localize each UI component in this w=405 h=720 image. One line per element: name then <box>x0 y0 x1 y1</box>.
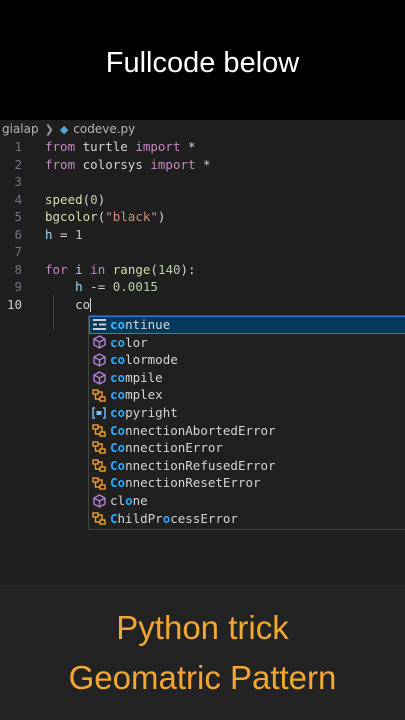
code-area[interactable]: 1 from turtle import * 2 from colorsys i… <box>0 138 405 330</box>
bottom-caption-panel: Python trick Geomatric Pattern <box>0 585 405 720</box>
line-number: 4 <box>14 191 22 207</box>
method-icon <box>91 370 107 386</box>
keyword-icon <box>91 317 107 333</box>
suggestion-label: ConnectionAbortedError <box>110 422 276 438</box>
suggestion-item[interactable]: ConnectionResetError <box>89 474 405 492</box>
suggestion-label: compile <box>110 369 163 385</box>
autocomplete-popup[interactable]: continue color colormode compile complex… <box>88 315 405 530</box>
breadcrumb: gialap ❯ ◆ codeve.py <box>0 120 405 138</box>
indent-guide <box>53 295 54 330</box>
code-line-active[interactable]: 10 co <box>0 296 405 314</box>
code-line: 5 bgcolor("black") <box>0 208 405 226</box>
suggestion-item[interactable]: ConnectionAbortedError <box>89 422 405 440</box>
line-number: 2 <box>14 156 22 172</box>
code-line: 2 from colorsys import * <box>0 156 405 174</box>
line-number: 9 <box>14 279 22 294</box>
python-file-icon: ◆ <box>59 122 69 136</box>
line-number: 10 <box>6 296 22 312</box>
suggestion-label: clone <box>110 492 148 508</box>
line-number: 1 <box>14 139 22 154</box>
suggestion-label: continue <box>110 317 171 332</box>
code-line: 4 speed(0) <box>0 191 405 209</box>
suggestion-label: ConnectionError <box>110 440 223 456</box>
class-icon <box>91 475 107 491</box>
class-icon <box>91 440 107 456</box>
suggestion-item[interactable]: clone <box>89 492 405 510</box>
suggestion-label: ConnectionResetError <box>110 475 261 491</box>
suggestion-item[interactable]: copyright <box>89 404 405 422</box>
line-number: 7 <box>14 244 22 259</box>
code-line: 9 h -= 0.0015 <box>0 278 405 296</box>
chevron-right-icon: ❯ <box>44 122 54 136</box>
code-line: 6 h = 1 <box>0 226 405 244</box>
breadcrumb-file[interactable]: codeve.py <box>73 122 135 136</box>
class-icon <box>91 510 107 526</box>
line-number: 5 <box>14 209 22 224</box>
suggestion-label: ConnectionRefusedError <box>110 457 276 473</box>
suggestion-item[interactable]: continue <box>89 316 405 334</box>
suggestion-item[interactable]: ConnectionRefusedError <box>89 457 405 475</box>
caption-line-1: Python trick <box>116 609 289 646</box>
code-line: 1 from turtle import * <box>0 138 405 156</box>
caption-line-2: Geomatric Pattern <box>68 659 337 696</box>
text-cursor <box>90 298 92 312</box>
method-icon <box>91 334 107 350</box>
top-banner: Fullcode below <box>0 0 405 120</box>
line-number: 6 <box>14 226 22 242</box>
breadcrumb-folder[interactable]: gialap <box>2 122 39 136</box>
method-icon <box>91 493 107 509</box>
suggestion-item[interactable]: ConnectionError <box>89 439 405 457</box>
suggestion-label: copyright <box>110 404 178 420</box>
class-icon <box>91 458 107 474</box>
banner-caption: Fullcode below <box>105 46 300 79</box>
line-number: 3 <box>14 174 22 189</box>
suggestion-item[interactable]: ChildProcessError <box>89 510 405 528</box>
suggestion-label: colormode <box>110 352 178 368</box>
suggestion-item[interactable]: colormode <box>89 351 405 369</box>
code-line: 7 <box>0 243 405 261</box>
suggestion-item[interactable]: color <box>89 334 405 352</box>
line-number: 8 <box>14 261 22 277</box>
code-line: 3 <box>0 173 405 191</box>
suggestion-label: ChildProcessError <box>110 510 238 526</box>
typed-text: co <box>75 296 91 312</box>
class-icon <box>91 387 107 403</box>
suggestion-item[interactable]: complex <box>89 386 405 404</box>
suggestion-item[interactable]: compile <box>89 369 405 387</box>
variable-icon <box>91 405 107 421</box>
class-icon <box>91 422 107 438</box>
suggestion-label: complex <box>110 387 163 403</box>
method-icon <box>91 352 107 368</box>
suggestion-label: color <box>110 334 148 350</box>
code-line: 8 for i in range(140): <box>0 261 405 279</box>
